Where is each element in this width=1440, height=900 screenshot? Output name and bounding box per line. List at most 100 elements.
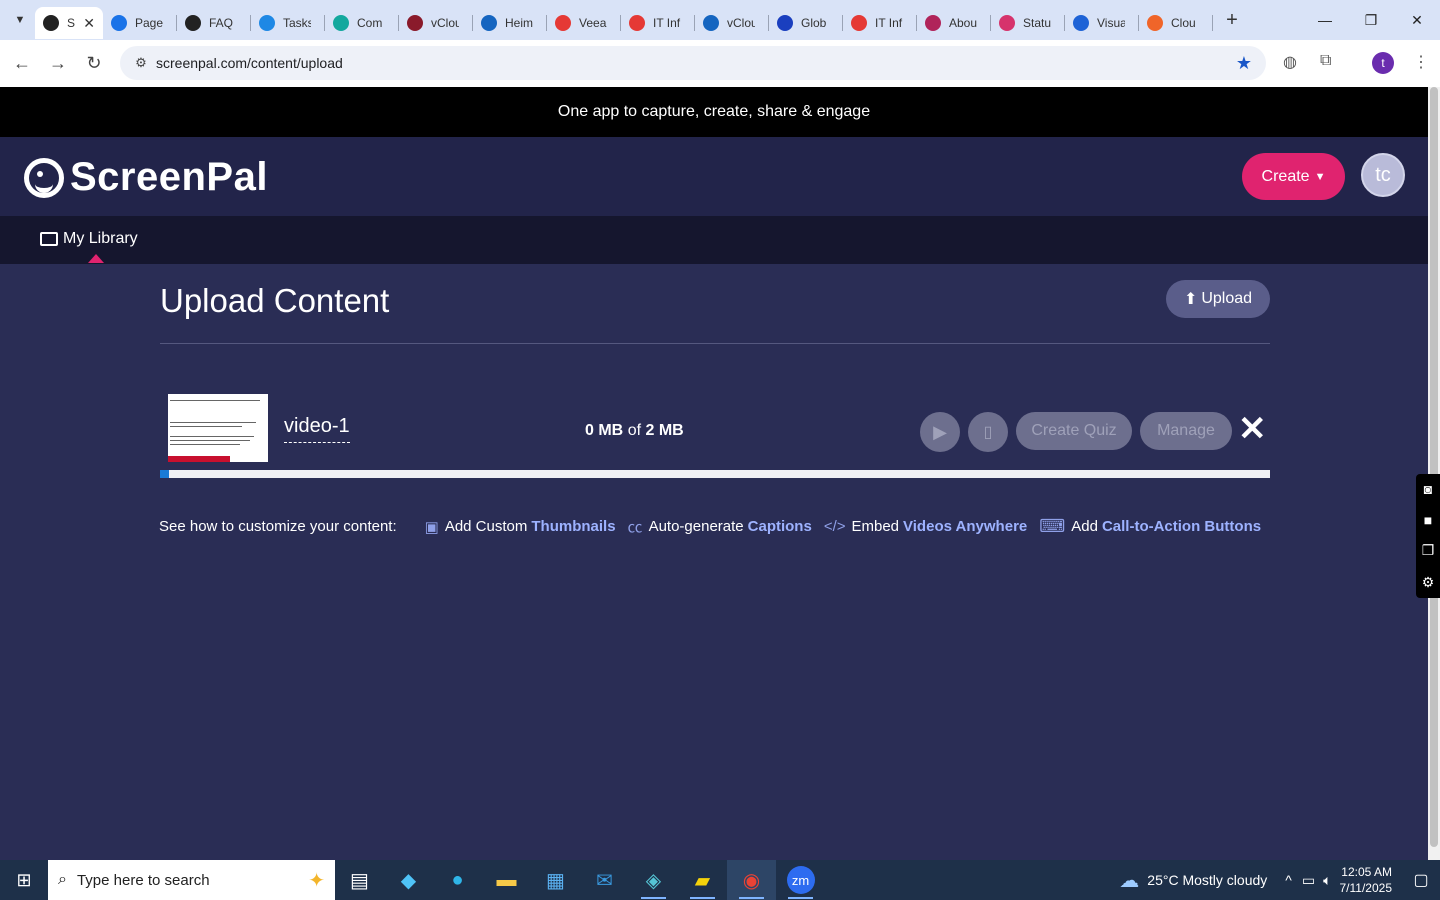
tab-title: Heim xyxy=(505,16,533,30)
tab-0[interactable]: Page xyxy=(103,7,177,39)
url-text[interactable]: screenpal.com/content/upload xyxy=(156,55,343,71)
volume-icon[interactable]: 🔈︎ xyxy=(1323,872,1331,889)
tab-title: Clou xyxy=(1171,16,1196,30)
tab-3[interactable]: Com xyxy=(325,7,399,39)
tab-2[interactable]: Tasks xyxy=(251,7,325,39)
manage-button[interactable]: Manage xyxy=(1140,412,1232,450)
close-window-button[interactable]: ✕ xyxy=(1394,0,1440,40)
tab-13[interactable]: Visua xyxy=(1065,7,1139,39)
new-tab-button[interactable]: + xyxy=(1217,9,1247,32)
tab-8[interactable]: vClou xyxy=(695,7,769,39)
mail-icon[interactable]: ✉ xyxy=(580,860,629,900)
tab-4[interactable]: vClou xyxy=(399,7,473,39)
tab-title: Statu xyxy=(1023,16,1051,30)
create-quiz-button[interactable]: Create Quiz xyxy=(1016,412,1132,450)
translate-icon[interactable]: ◍ xyxy=(1283,52,1297,72)
task-view-icon[interactable]: ▤ xyxy=(335,860,384,900)
tab-title: IT Inf xyxy=(653,16,681,30)
chrome-icon[interactable]: ◉ xyxy=(727,860,776,900)
screenpal-recorder-widget: ◙ ■ ❐ ⚙ xyxy=(1416,474,1440,598)
tip-captions-link[interactable]: ㏄ Auto-generate Captions xyxy=(628,516,812,537)
taskbar-search-box[interactable]: ⌕ Type here to search ✦ xyxy=(48,860,335,900)
video-record-icon[interactable]: ■ xyxy=(1424,512,1432,528)
tab-12[interactable]: Statu xyxy=(991,7,1065,39)
copilot-icon[interactable]: ◆ xyxy=(384,860,433,900)
sticky-notes-icon[interactable]: ▰ xyxy=(678,860,727,900)
upload-content-area: Upload Content ⬆ Upload video-1 0 MB of … xyxy=(0,264,1428,860)
tab-6[interactable]: Veea xyxy=(547,7,621,39)
tip-captions-pre: Auto-generate xyxy=(648,518,744,535)
edge-icon[interactable]: ● xyxy=(433,860,482,900)
tab-1[interactable]: FAQ xyxy=(177,7,251,39)
screenshot-camera-icon[interactable]: ◙ xyxy=(1424,481,1432,497)
bookmark-star-icon[interactable]: ★ xyxy=(1236,53,1252,74)
my-library-link[interactable]: My Library xyxy=(40,230,138,248)
size-of: of xyxy=(627,422,642,439)
video-thumbnail[interactable] xyxy=(168,394,268,462)
copy-link-button[interactable]: ▯ xyxy=(968,412,1008,452)
customize-tips: See how to customize your content: ▣ Add… xyxy=(159,516,1261,537)
tab-favicon-icon xyxy=(1073,15,1089,31)
microsoft-store-icon[interactable]: ▦ xyxy=(531,860,580,900)
tab-7[interactable]: IT Inf xyxy=(621,7,695,39)
windows-start-icon[interactable]: ⊞ xyxy=(0,860,48,900)
tab-14[interactable]: Clou xyxy=(1139,7,1213,39)
user-avatar[interactable]: tc xyxy=(1361,153,1405,197)
back-button[interactable]: ← xyxy=(4,46,40,82)
restore-button[interactable]: ❐ xyxy=(1348,0,1394,40)
tab-title: S xyxy=(67,16,76,30)
extensions-icon[interactable]: ⧉ xyxy=(1320,52,1331,70)
file-explorer-icon[interactable]: ▬ xyxy=(482,860,531,900)
minimize-button[interactable]: — xyxy=(1302,0,1348,40)
closed-captions-icon: ㏄ xyxy=(627,519,643,536)
search-icon: ⌕ xyxy=(58,871,67,888)
tip-embed-link[interactable]: </> Embed Videos Anywhere xyxy=(824,518,1027,535)
vscode-like-app-icon[interactable]: ◈ xyxy=(629,860,678,900)
play-button[interactable]: ▶ xyxy=(920,412,960,452)
library-nav: My Library xyxy=(0,216,1428,264)
profile-avatar[interactable]: t xyxy=(1372,52,1394,74)
tab-title: Tasks xyxy=(283,16,311,30)
create-button[interactable]: Create ▼ xyxy=(1242,153,1345,200)
tip-cta-link[interactable]: ⌨ Add Call-to-Action Buttons xyxy=(1039,516,1261,537)
upload-progress-bar xyxy=(160,470,1270,478)
chrome-menu-icon[interactable]: ⋮ xyxy=(1413,52,1429,72)
tab-5[interactable]: Heim xyxy=(473,7,547,39)
cancel-upload-icon[interactable]: ✕ xyxy=(1238,412,1267,446)
upload-button[interactable]: ⬆ Upload xyxy=(1166,280,1270,318)
create-label: Create xyxy=(1261,167,1310,185)
forward-button[interactable]: → xyxy=(40,46,76,82)
tab-10[interactable]: IT Inf xyxy=(843,7,917,39)
tab-search-button[interactable]: ▼ xyxy=(5,5,35,35)
tab-title: vClou xyxy=(431,16,459,30)
notifications-icon[interactable]: ▢ xyxy=(1402,870,1440,890)
tab-active[interactable]: S ✕ xyxy=(35,7,103,39)
settings-gear-icon[interactable]: ⚙ xyxy=(1422,574,1435,591)
screenpal-logo[interactable]: ScreenPal xyxy=(24,155,268,200)
reload-button[interactable]: ↻ xyxy=(76,46,112,82)
image-icon: ▣ xyxy=(424,518,439,536)
weather-cloud-icon[interactable]: ☁ xyxy=(1119,868,1139,893)
address-bar[interactable]: ⚙ screenpal.com/content/upload ★ xyxy=(120,46,1266,80)
size-total: 2 MB xyxy=(645,422,684,439)
windows-taskbar: ⊞ ⌕ Type here to search ✦ ▤ ◆ ● ▬ ▦ ✉ ◈ … xyxy=(0,860,1440,900)
scroll-thumb[interactable] xyxy=(1430,87,1438,847)
window-capture-icon[interactable]: ❐ xyxy=(1422,542,1435,559)
tab-11[interactable]: Abou xyxy=(917,7,991,39)
network-icon[interactable]: ▭ xyxy=(1302,872,1315,889)
video-title[interactable]: video-1 xyxy=(284,415,350,443)
tab-favicon-icon xyxy=(111,15,127,31)
time: 12:05 AM xyxy=(1341,865,1392,879)
tip-thumbnails-link[interactable]: ▣ Add Custom Thumbnails xyxy=(425,518,616,536)
tab-title: Glob xyxy=(801,16,827,30)
tab-9[interactable]: Glob xyxy=(769,7,843,39)
close-tab-icon[interactable]: ✕ xyxy=(83,15,95,32)
logo-text-screen: Screen xyxy=(70,155,207,199)
site-info-icon[interactable]: ⚙ xyxy=(126,55,156,71)
tab-title: IT Inf xyxy=(875,16,903,30)
tab-favicon-icon xyxy=(259,15,275,31)
zoom-icon[interactable]: zm xyxy=(776,860,825,900)
clock[interactable]: 12:05 AM 7/11/2025 xyxy=(1340,864,1393,896)
tray-chevron-up-icon[interactable]: ^ xyxy=(1285,872,1292,888)
weather-text[interactable]: 25°C Mostly cloudy xyxy=(1147,872,1267,888)
